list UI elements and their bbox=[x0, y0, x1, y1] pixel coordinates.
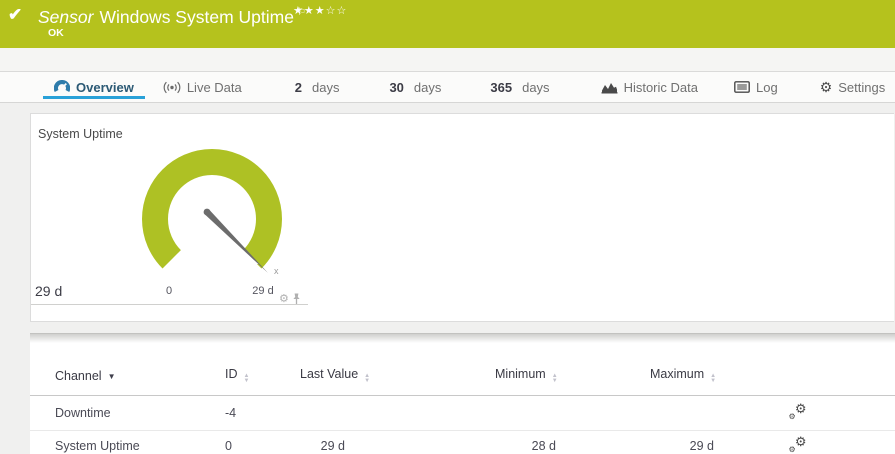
sort-icon: ▲▼ bbox=[364, 374, 370, 384]
minimum-cell: 28 d bbox=[390, 431, 585, 454]
tab-number: 365 bbox=[490, 80, 512, 95]
tab-label: Log bbox=[756, 80, 778, 95]
column-header-minimum[interactable]: Minimum ▲▼ bbox=[390, 356, 585, 396]
sensor-status-banner: ✔ SensorWindows System Uptime⚐ ★★★☆☆ OK bbox=[0, 0, 895, 48]
column-label: Last Value bbox=[300, 367, 358, 381]
star-empty-icon[interactable]: ☆ bbox=[337, 5, 348, 17]
tab-log[interactable]: Log bbox=[723, 72, 789, 102]
column-header-last-value[interactable]: Last Value ▲▼ bbox=[275, 356, 390, 396]
tab-365-days[interactable]: 365 days bbox=[479, 72, 560, 102]
column-header-id[interactable]: ID ▲▼ bbox=[200, 356, 275, 396]
table-header-row: Channel ▼ ID ▲▼ Last Value ▲▼ Minimum ▲▼ Max… bbox=[30, 356, 895, 396]
broadcast-icon bbox=[163, 81, 181, 94]
column-header-settings bbox=[745, 356, 865, 396]
sensor-type-label: Sensor bbox=[38, 7, 93, 27]
tab-label: Live Data bbox=[187, 80, 242, 95]
channel-settings-cell[interactable]: ⚙⚙ bbox=[745, 431, 865, 454]
priority-stars[interactable]: ★★★☆☆ bbox=[293, 4, 347, 17]
channel-table: Channel ▼ ID ▲▼ Last Value ▲▼ Minimum ▲▼ Max… bbox=[30, 356, 895, 454]
sensor-name: Windows System Uptime bbox=[99, 7, 294, 27]
prtg-sensor-page: ✔ SensorWindows System Uptime⚐ ★★★☆☆ OK … bbox=[0, 0, 895, 454]
star-empty-icon[interactable]: ☆ bbox=[326, 5, 337, 17]
gauge-title: System Uptime bbox=[38, 127, 123, 141]
filler-cell bbox=[865, 431, 895, 454]
table-row[interactable]: Downtime -4 ⚙⚙ bbox=[30, 396, 895, 431]
column-label: Minimum bbox=[495, 367, 546, 381]
channel-id-cell: 0 bbox=[200, 431, 275, 454]
tab-settings[interactable]: ⚙ Settings bbox=[809, 72, 895, 102]
banner-spacer bbox=[0, 48, 895, 71]
channel-settings-gears-icon[interactable]: ⚙⚙ bbox=[789, 438, 807, 452]
tab-label: days bbox=[414, 80, 441, 95]
tab-number: 2 bbox=[295, 80, 302, 95]
sort-icon: ▲▼ bbox=[552, 374, 558, 384]
column-label: Maximum bbox=[650, 367, 704, 381]
tab-label: days bbox=[522, 80, 549, 95]
sort-desc-icon: ▼ bbox=[108, 372, 116, 381]
tab-label: days bbox=[312, 80, 339, 95]
sensor-tab-bar: Overview Live Data 2 days 30 days 365 days bbox=[0, 71, 895, 103]
star-filled-icon[interactable]: ★ bbox=[293, 5, 304, 17]
page-title: SensorWindows System Uptime⚐ bbox=[38, 7, 306, 28]
column-header-filler bbox=[865, 356, 895, 396]
status-ok-check-icon: ✔ bbox=[8, 5, 22, 25]
filler-cell bbox=[865, 396, 895, 431]
tab-historic-data[interactable]: Historic Data bbox=[590, 72, 709, 102]
last-value-cell bbox=[275, 396, 390, 431]
star-filled-icon[interactable]: ★ bbox=[304, 5, 315, 17]
uptime-gauge: x bbox=[133, 142, 313, 287]
column-header-channel[interactable]: Channel ▼ bbox=[30, 356, 200, 396]
tab-label: Settings bbox=[838, 80, 885, 95]
status-badge: OK bbox=[48, 27, 64, 39]
minimum-cell bbox=[390, 396, 585, 431]
tab-number: 30 bbox=[389, 80, 403, 95]
maximum-cell bbox=[585, 396, 745, 431]
channel-table-panel: Channel ▼ ID ▲▼ Last Value ▲▼ Minimum ▲▼ Max… bbox=[30, 333, 895, 454]
overview-panel: System Uptime x 0 29 d 29 d ⚙ bbox=[30, 113, 894, 322]
tab-live-data[interactable]: Live Data bbox=[152, 72, 253, 102]
channel-id-cell: -4 bbox=[200, 396, 275, 431]
area-chart-icon bbox=[601, 81, 618, 94]
maximum-cell: 29 d bbox=[585, 431, 745, 454]
channel-name-cell[interactable]: System Uptime bbox=[30, 431, 200, 454]
tab-30-days[interactable]: 30 days bbox=[378, 72, 452, 102]
gauge-widget-divider bbox=[31, 304, 308, 305]
tab-overview[interactable]: Overview bbox=[43, 72, 145, 102]
column-label: ID bbox=[225, 367, 238, 381]
channel-name-cell[interactable]: Downtime bbox=[30, 396, 200, 431]
log-icon bbox=[734, 81, 750, 93]
column-header-maximum[interactable]: Maximum ▲▼ bbox=[585, 356, 745, 396]
gear-icon: ⚙ bbox=[820, 80, 833, 94]
sort-icon: ▲▼ bbox=[710, 374, 716, 384]
gauge-icon bbox=[54, 80, 70, 94]
column-label: Channel bbox=[55, 369, 102, 383]
table-row[interactable]: System Uptime 0 29 d 28 d 29 d ⚙⚙ bbox=[30, 431, 895, 454]
last-value-cell: 29 d bbox=[275, 431, 390, 454]
gear-icon[interactable]: ⚙ bbox=[279, 294, 289, 305]
gauge-current-value: 29 d bbox=[35, 283, 62, 299]
star-filled-icon[interactable]: ★ bbox=[315, 5, 326, 17]
gauge-arc bbox=[155, 162, 269, 259]
channel-settings-cell[interactable]: ⚙⚙ bbox=[745, 396, 865, 431]
tab-label: Historic Data bbox=[624, 80, 698, 95]
tab-label: Overview bbox=[76, 80, 134, 95]
gauge-scale-min: 0 bbox=[157, 285, 181, 297]
sort-icon: ▲▼ bbox=[244, 374, 250, 384]
channel-settings-gears-icon[interactable]: ⚙⚙ bbox=[789, 405, 807, 419]
tab-2-days[interactable]: 2 days bbox=[284, 72, 351, 102]
gauge-tip-label: x bbox=[274, 266, 279, 276]
